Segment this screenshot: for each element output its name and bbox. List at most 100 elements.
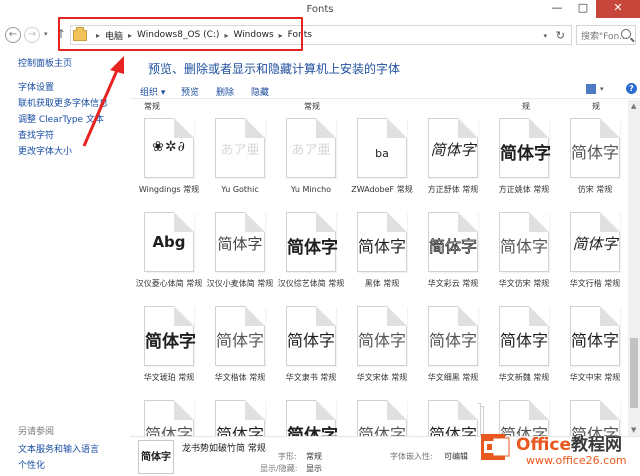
font-preview-tile[interactable]: 简体字 [499, 212, 549, 272]
see-also-heading: 另请参阅 [18, 427, 55, 437]
font-sample: 简体字 [500, 331, 549, 350]
font-sample: 简体字 [287, 238, 338, 258]
vertical-scrollbar[interactable]: ▲ ▼ [628, 100, 640, 436]
font-name: 华文中宋 常规 [569, 373, 621, 382]
font-sample: 简体字 [287, 331, 336, 350]
font-preview-tile[interactable]: 简体字 [357, 400, 407, 436]
font-preview-tile[interactable]: 简体字 [499, 118, 551, 178]
selected-font-thumbnail: 简体字 [138, 440, 174, 474]
control-panel-home-link[interactable]: 控制面板主页 [18, 56, 72, 69]
font-name: 华文仿宋 常规 [498, 279, 550, 288]
font-preview-tile[interactable]: 简体字 [215, 400, 265, 436]
personalization-link[interactable]: 个性化 [18, 458, 45, 471]
embeddability-value: 可编辑 [444, 452, 468, 461]
scroll-up-icon[interactable]: ▲ [631, 102, 636, 110]
font-name: 方正姚体 常规 [498, 185, 550, 194]
font-name: 华文宋体 常规 [356, 373, 408, 382]
hide-button[interactable]: 隐藏 [251, 85, 269, 98]
address-history-dropdown[interactable]: ▾ [543, 32, 547, 40]
font-preview-tile[interactable]: 简体字 [428, 118, 478, 178]
partial-caption: 常规 [304, 102, 320, 111]
font-sample: 简体字 [429, 331, 478, 350]
font-name: 汉仪菱心体简 常规 [135, 279, 203, 288]
font-settings-link[interactable]: 字体设置 [18, 80, 54, 93]
font-preview-tile[interactable]: あア亜 [215, 118, 265, 178]
font-preview-tile[interactable]: 简体字 [286, 400, 338, 436]
font-sample: 简体字 [572, 235, 618, 253]
style-label: 字形: [278, 452, 297, 461]
search-input[interactable]: 搜索"Fon... [576, 25, 636, 45]
font-preview-tile[interactable]: 简体字 [215, 306, 265, 366]
partial-caption: 规 [592, 102, 600, 111]
minimize-button[interactable]: — [544, 0, 570, 18]
refresh-button[interactable]: ↻ [556, 29, 565, 42]
font-name: 华文细黑 常规 [427, 373, 479, 382]
search-icon[interactable] [621, 29, 631, 39]
font-sample: 简体字 [500, 237, 549, 256]
font-preview-tile[interactable]: 简体字 [428, 400, 478, 436]
font-sample: 简体字 [430, 141, 476, 159]
office-logo-icon [481, 434, 510, 460]
font-preview-tile[interactable]: 简体字 [570, 212, 620, 272]
font-sample: 简体字 [145, 425, 194, 436]
font-preview-tile[interactable]: 简体字 [215, 212, 265, 272]
font-name: 华文彩云 常规 [427, 279, 479, 288]
font-preview-tile[interactable]: 简体字 [144, 306, 196, 366]
font-name: 华文楷体 常规 [214, 373, 266, 382]
font-name: 黑体 常规 [364, 279, 400, 288]
back-button[interactable]: ← [5, 27, 21, 43]
font-sample: 简体字 [571, 331, 620, 350]
delete-button[interactable]: 删除 [216, 85, 234, 98]
font-preview-tile[interactable]: 简体字 [286, 306, 336, 366]
font-sample: 简体字 [429, 425, 478, 436]
font-preview-tile[interactable]: あア亜 [286, 118, 336, 178]
font-name: 方正舒体 常规 [427, 185, 479, 194]
partial-caption: 规 [522, 102, 530, 111]
font-grid: 常规 常规 规 规 ❀✲∂ Wingdings 常规 あア亜 Yu Gothic あア亜… [130, 100, 628, 436]
text-services-link[interactable]: 文本服务和输入语言 [18, 442, 99, 455]
font-sample: ba [375, 147, 389, 160]
font-sample: 简体字 [358, 425, 407, 436]
selected-font-name: 龙书势如破竹简 常规 [182, 444, 266, 454]
font-name: ZWAdobeF 常规 [351, 185, 413, 194]
organize-button[interactable]: 组织 ▾ [140, 85, 165, 98]
font-sample: 简体字 [216, 425, 265, 436]
font-preview-tile[interactable]: 简体字 [286, 212, 338, 272]
maximize-button[interactable]: □ [570, 0, 596, 18]
font-preview-tile[interactable]: 简体字 [428, 306, 478, 366]
scroll-thumb[interactable] [630, 338, 638, 408]
view-options-dropdown[interactable]: ▾ [600, 85, 604, 93]
font-preview-tile[interactable]: 简体字 [428, 212, 478, 272]
font-preview-tile[interactable]: 简体字 [357, 306, 407, 366]
command-bar: 组织 ▾ 预览 删除 隐藏 [130, 81, 640, 99]
font-sample: 简体字 [358, 237, 407, 256]
find-character-link[interactable]: 查找字符 [18, 128, 54, 141]
font-sample: あア亜 [291, 143, 331, 158]
font-preview-tile[interactable]: ba [357, 118, 407, 178]
font-preview-tile[interactable]: 简体字 [144, 400, 194, 436]
font-preview-tile[interactable]: 简体字 [570, 118, 620, 178]
close-button[interactable]: ✕ [596, 0, 640, 18]
font-preview-tile[interactable]: ❀✲∂ [144, 118, 194, 178]
annotation-arrow [82, 56, 124, 147]
font-preview-tile[interactable]: Abg [144, 212, 194, 272]
forward-button[interactable]: → [24, 27, 40, 43]
watermark-url: www.office26.com [526, 454, 627, 467]
font-sample: あア亜 [220, 143, 260, 158]
preview-button[interactable]: 预览 [181, 85, 199, 98]
font-preview-tile[interactable]: 简体字 [499, 306, 549, 366]
help-icon[interactable]: ? [626, 83, 637, 94]
font-sample: 简体字 [358, 331, 407, 350]
recent-locations-dropdown[interactable]: ▾ [44, 30, 48, 38]
font-name: 华文琥珀 常规 [143, 373, 195, 382]
font-preview-tile[interactable]: 简体字 [570, 306, 620, 366]
font-sample: 简体字 [145, 332, 196, 352]
page-title: 预览、删除或者显示和隐藏计算机上安装的字体 [148, 62, 401, 76]
font-name: Yu Mincho [290, 185, 332, 194]
font-name: Wingdings 常规 [138, 185, 200, 194]
change-view-icon[interactable] [586, 84, 596, 94]
font-name: 汉仪综艺体简 常规 [277, 279, 345, 288]
embeddability-label: 字体嵌入性: [390, 452, 433, 461]
font-preview-tile[interactable]: 简体字 [357, 212, 407, 272]
change-font-size-link[interactable]: 更改字体大小 [18, 144, 72, 157]
